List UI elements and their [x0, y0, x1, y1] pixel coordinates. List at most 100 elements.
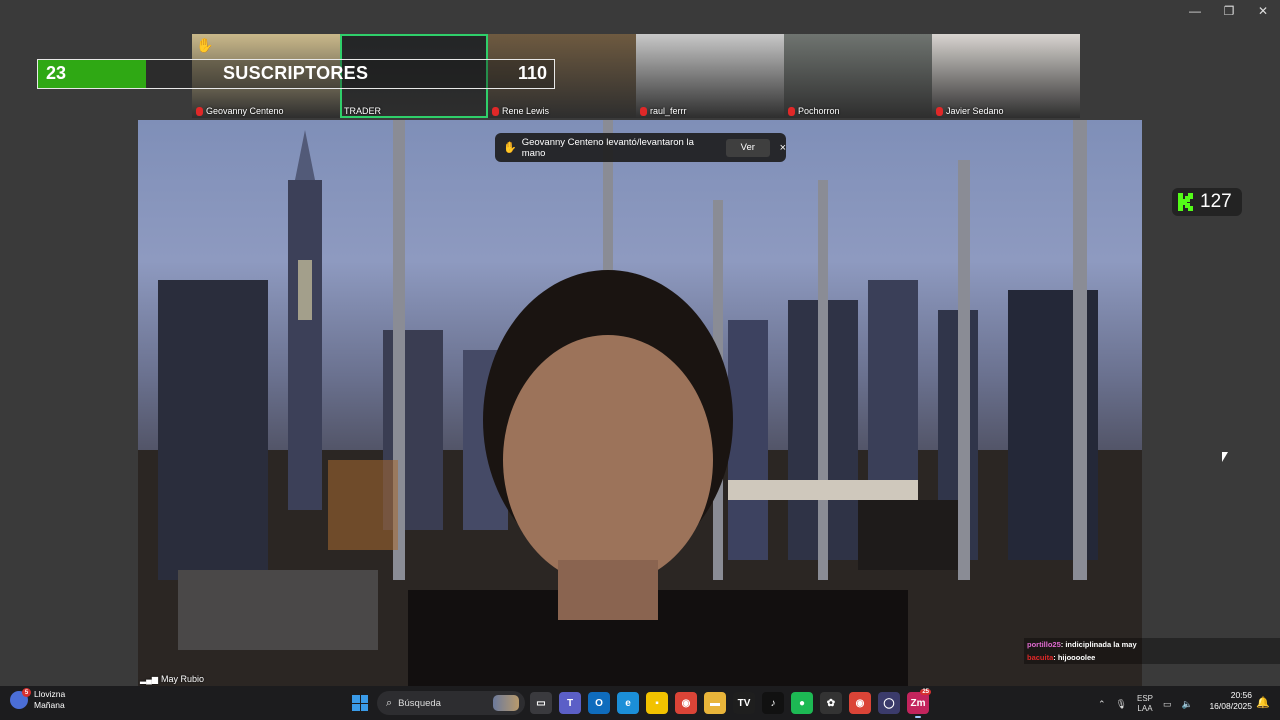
volume-icon[interactable]: 🔈	[1182, 699, 1193, 710]
view-button[interactable]: Ver	[726, 138, 770, 157]
language-indicator[interactable]: ESP LAA	[1137, 694, 1153, 714]
main-video[interactable]: ▂▄▆ May Rubio	[138, 120, 1142, 686]
windows-logo-icon	[352, 695, 360, 703]
chat-text: : indiciplinada la may	[1060, 640, 1137, 649]
muted-mic-icon	[640, 106, 647, 116]
participant-name: Javier Sedano	[936, 106, 1004, 116]
taskbar-apps: ▭ T Oe ▪ ◉ ▬ TV ♪ ● ✿ ◉ ◯ Zm 25	[530, 689, 931, 718]
tradingview-icon[interactable]: TV	[733, 692, 755, 714]
raised-hand-icon: ✋	[196, 37, 214, 53]
participant-name: Pochorron	[788, 106, 840, 116]
muted-mic-icon	[936, 106, 943, 116]
muted-mic-icon	[492, 106, 499, 116]
weather-icon: 5	[10, 688, 31, 709]
room-video-feed	[138, 120, 1142, 686]
close-icon[interactable]: ×	[780, 142, 786, 154]
app-circle-icon[interactable]: ◯	[878, 692, 900, 714]
close-window-button[interactable]: ✕	[1246, 0, 1280, 22]
chrome-icon[interactable]: ◉	[675, 692, 697, 714]
raise-hand-notification: ✋ Geovanny Centeno levantó/levantaron la…	[495, 133, 786, 162]
taskbar-search[interactable]: ⌕ Búsqueda	[377, 691, 525, 715]
participant-tile[interactable]: Javier Sedano	[932, 34, 1080, 118]
participant-name: Geovanny Centeno	[196, 106, 284, 116]
subscriber-count: 23	[46, 63, 67, 83]
participant-name-label: Pochorron	[798, 106, 840, 116]
weather-subtitle: Mañana	[34, 700, 65, 710]
signal-icon: ▂▄▆	[140, 674, 158, 684]
main-video-name-label: May Rubio	[160, 674, 205, 684]
participant-name-label: raul_ferrr	[650, 106, 687, 116]
file-explorer-icon[interactable]: ▬	[704, 692, 726, 714]
chat-message: bacuita: hijoooolee	[1024, 651, 1280, 664]
search-highlight-image	[493, 695, 519, 711]
task-view-glyph: ▭	[536, 697, 546, 709]
chrome-2-icon[interactable]: ◉	[849, 692, 871, 714]
weather-title: Llovizna	[34, 689, 66, 699]
weather-widget[interactable]: 5 Llovizna Mañana	[10, 688, 66, 711]
zoom-glyph: Zm	[910, 697, 926, 709]
weather-badge: 5	[22, 688, 31, 697]
kick-viewer-count: 127	[1200, 191, 1232, 212]
openai-glyph: ✿	[826, 697, 836, 709]
outlook-glyph: O	[595, 697, 603, 709]
participant-name-label: Rene Lewis	[502, 106, 550, 116]
file-explorer-glyph: ▬	[710, 697, 720, 709]
app-circle-glyph: ◯	[883, 697, 895, 709]
chat-message: portillo25: indiciplinada la may	[1024, 638, 1280, 651]
search-placeholder: Búsqueda	[398, 697, 441, 709]
kick-viewer-counter: 127	[1172, 188, 1242, 216]
language-code: ESP	[1136, 694, 1153, 703]
edge-icon[interactable]: e	[617, 692, 639, 714]
sticky-notes-icon[interactable]: ▪	[646, 692, 668, 714]
participant-name-label: Geovanny Centeno	[206, 106, 284, 116]
chat-overlay: portillo25: indiciplinada la may bacuita:…	[1024, 638, 1280, 664]
edge-glyph: e	[625, 697, 631, 709]
taskbar-clock[interactable]: 20:56 16/08/2025	[1208, 690, 1252, 712]
chat-username: bacuita	[1027, 653, 1054, 662]
participant-tile[interactable]: raul_ferrr	[636, 34, 784, 118]
teams-glyph: T	[566, 697, 574, 709]
subscriber-label: SUSCRIPTORES	[223, 63, 369, 83]
participant-tile[interactable]: Pochorron	[784, 34, 932, 118]
muted-mic-icon	[196, 106, 203, 116]
system-tray: ⌃ 🎙 ESP LAA ▭ 🔈	[1098, 694, 1193, 714]
notification-bell-icon[interactable]: 🔔	[1256, 696, 1270, 709]
clock-time: 20:56	[1230, 690, 1252, 700]
sticky-notes-glyph: ▪	[655, 697, 659, 709]
participant-name: TRADER	[344, 106, 381, 116]
tradingview-glyph: TV	[737, 697, 751, 709]
window-controls: — ❐ ✕	[1178, 0, 1280, 22]
task-view-icon[interactable]: ▭	[530, 692, 552, 714]
participant-name: raul_ferrr	[640, 106, 687, 116]
participant-name-label: TRADER	[344, 106, 382, 116]
mouse-cursor-icon	[1222, 452, 1228, 462]
tiktok-glyph: ♪	[770, 697, 776, 709]
muted-mic-icon	[788, 106, 795, 116]
taskbar: 5 Llovizna Mañana ⌕ Búsqueda ▭ T Oe ▪ ◉ ▬ TV ♪ ●…	[0, 686, 1280, 720]
spotify-icon[interactable]: ●	[791, 692, 813, 714]
raised-hand-icon: ✋	[503, 142, 517, 154]
openai-icon[interactable]: ✿	[820, 692, 842, 714]
minimize-button[interactable]: —	[1178, 0, 1212, 22]
subscriber-goal-bar: 23 SUSCRIPTORES 110	[37, 59, 555, 89]
network-icon[interactable]: ▭	[1163, 699, 1172, 710]
restore-button[interactable]: ❐	[1212, 0, 1246, 22]
chevron-up-icon[interactable]: ⌃	[1098, 699, 1106, 710]
microphone-icon[interactable]: 🎙	[1116, 699, 1127, 710]
tiktok-icon[interactable]: ♪	[762, 692, 784, 714]
keyboard-layout: LAA	[1137, 704, 1153, 713]
teams-icon[interactable]: T	[559, 692, 581, 714]
search-icon: ⌕	[386, 696, 393, 709]
start-button[interactable]	[352, 695, 368, 711]
chrome-2-glyph: ◉	[855, 697, 865, 709]
notification-text: Geovanny Centeno levantó/levantaron la m…	[521, 136, 694, 159]
zoom-icon[interactable]: Zm 25	[907, 689, 931, 718]
outlook-icon[interactable]: O	[588, 692, 610, 714]
chat-text: : hijoooolee	[1053, 653, 1096, 662]
clock-date: 16/08/2025	[1209, 701, 1252, 711]
kick-logo-icon	[1178, 193, 1193, 211]
main-video-name: ▂▄▆ May Rubio	[140, 674, 204, 684]
chat-username: portillo25	[1027, 640, 1061, 649]
subscriber-goal: 110	[517, 63, 547, 83]
spotify-glyph: ●	[798, 697, 806, 709]
